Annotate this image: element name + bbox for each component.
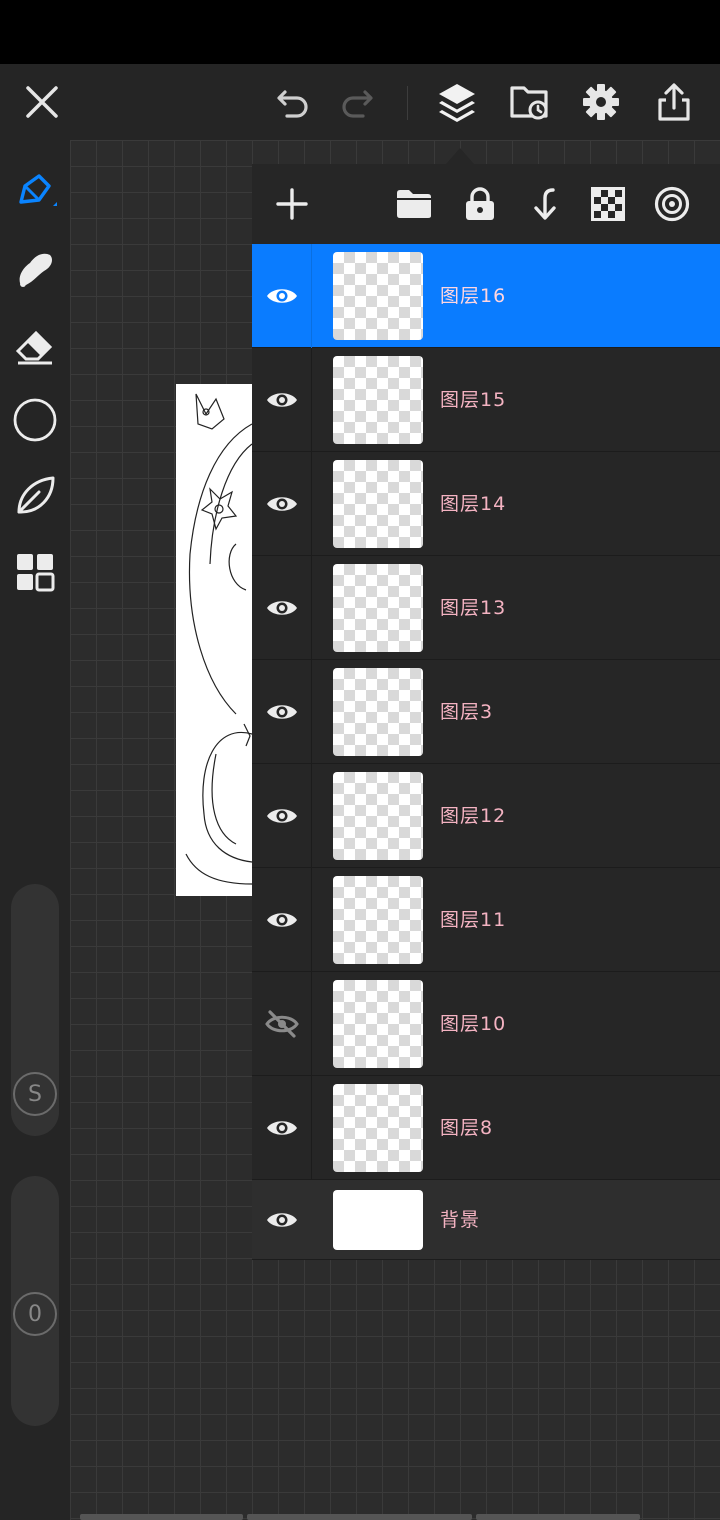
eraser-tool[interactable] <box>0 316 70 376</box>
layer-row[interactable]: 图层16 <box>252 244 720 348</box>
artwork[interactable] <box>176 384 252 896</box>
circle-icon <box>13 398 57 442</box>
visibility-eye-icon[interactable] <box>252 348 312 452</box>
layer-row[interactable]: 图层12 <box>252 764 720 868</box>
opacity-knob-label: 0 <box>28 1301 42 1327</box>
opacity-slider[interactable]: 0 <box>11 1176 59 1426</box>
layer-name: 图层14 <box>440 493 507 515</box>
layer-name: 图层16 <box>440 285 507 307</box>
visibility-eye-icon[interactable] <box>252 556 312 660</box>
checker-icon <box>591 187 625 221</box>
lasso-tool[interactable] <box>0 466 70 526</box>
settings-button[interactable] <box>571 64 631 140</box>
layer-thumbnail <box>333 876 423 964</box>
layer-row[interactable]: 图层3 <box>252 660 720 764</box>
layer-row[interactable]: 图层11 <box>252 868 720 972</box>
layer-panel-caret <box>446 148 474 164</box>
layer-thumbnail <box>333 772 423 860</box>
add-layer-button[interactable] <box>264 176 320 232</box>
redo-button[interactable] <box>327 64 387 140</box>
group-layer-button[interactable] <box>386 176 442 232</box>
redo-icon <box>342 90 373 118</box>
visibility-eye-icon[interactable] <box>252 868 312 972</box>
visibility-eye-icon[interactable] <box>252 1180 312 1260</box>
visibility-hidden-icon[interactable] <box>252 972 312 1076</box>
toolbar-divider <box>407 86 408 120</box>
smudge-icon <box>19 253 52 287</box>
layer-row[interactable]: 图层8 <box>252 1076 720 1180</box>
target-icon <box>654 186 690 222</box>
bottom-indicator <box>80 1514 640 1520</box>
visibility-eye-icon[interactable] <box>252 244 312 348</box>
layer-row[interactable]: 背景 <box>252 1180 720 1260</box>
lock-layer-button[interactable] <box>452 176 508 232</box>
layer-name: 图层12 <box>440 805 507 827</box>
layer-name: 图层15 <box>440 389 507 411</box>
size-knob[interactable]: S <box>13 1072 57 1116</box>
gear-icon <box>583 84 619 120</box>
brush-tool[interactable] <box>0 160 70 220</box>
opacity-knob[interactable]: 0 <box>13 1292 57 1336</box>
layer-thumbnail <box>333 1084 423 1172</box>
layer-name: 图层8 <box>440 1117 494 1139</box>
folder-icon <box>397 190 431 218</box>
layer-row[interactable]: 图层13 <box>252 556 720 660</box>
layer-name: 背景 <box>440 1209 481 1231</box>
brush-size-slider[interactable]: S <box>11 884 59 1136</box>
left-toolbar: S 0 <box>0 140 70 1520</box>
shape-tool[interactable] <box>0 390 70 450</box>
brush-icon <box>19 174 57 206</box>
leaf-icon <box>17 476 55 514</box>
visibility-eye-icon[interactable] <box>252 452 312 556</box>
layer-row[interactable]: 图层10 <box>252 972 720 1076</box>
gallery-icon <box>510 86 548 120</box>
layer-thumbnail <box>333 980 423 1068</box>
layer-thumbnail <box>333 668 423 756</box>
layer-name: 图层11 <box>440 909 507 931</box>
layer-thumbnail <box>333 356 423 444</box>
close-icon <box>26 86 58 118</box>
visibility-eye-icon[interactable] <box>252 660 312 764</box>
plus-icon <box>276 188 308 220</box>
grid-tool[interactable] <box>0 542 70 602</box>
merge-down-icon <box>534 188 556 220</box>
layer-name: 图层13 <box>440 597 507 619</box>
transparency-lock-button[interactable] <box>580 176 636 232</box>
visibility-eye-icon[interactable] <box>252 1076 312 1180</box>
layer-panel-toolbar <box>252 164 720 244</box>
lock-icon <box>466 187 494 220</box>
layer-name: 图层3 <box>440 701 494 723</box>
eraser-icon <box>15 330 53 365</box>
status-bar <box>0 0 720 64</box>
layer-row[interactable]: 图层14 <box>252 452 720 556</box>
grid-icon <box>17 554 55 592</box>
layers-icon <box>439 84 475 122</box>
smudge-tool[interactable] <box>0 238 70 298</box>
artwork-lineart <box>185 393 252 885</box>
visibility-eye-icon[interactable] <box>252 764 312 868</box>
close-button[interactable] <box>12 64 72 140</box>
share-icon <box>658 83 690 121</box>
undo-button[interactable] <box>263 64 323 140</box>
gallery-button[interactable] <box>500 64 560 140</box>
undo-icon <box>277 90 308 118</box>
layer-panel: 图层16 图层15 图层14 图层13 图层3 图层12 图层11 图层10 图层8 背景 <box>252 164 720 1260</box>
merge-down-button[interactable] <box>516 176 572 232</box>
layer-name: 图层10 <box>440 1013 507 1035</box>
top-toolbar <box>0 64 720 140</box>
layer-thumbnail <box>333 1190 423 1250</box>
layer-thumbnail <box>333 564 423 652</box>
share-button[interactable] <box>644 64 704 140</box>
size-knob-label: S <box>28 1081 42 1107</box>
layer-thumbnail <box>333 252 423 340</box>
layers-button[interactable] <box>427 64 487 140</box>
layer-row[interactable]: 图层15 <box>252 348 720 452</box>
layer-thumbnail <box>333 460 423 548</box>
reference-layer-button[interactable] <box>644 176 700 232</box>
